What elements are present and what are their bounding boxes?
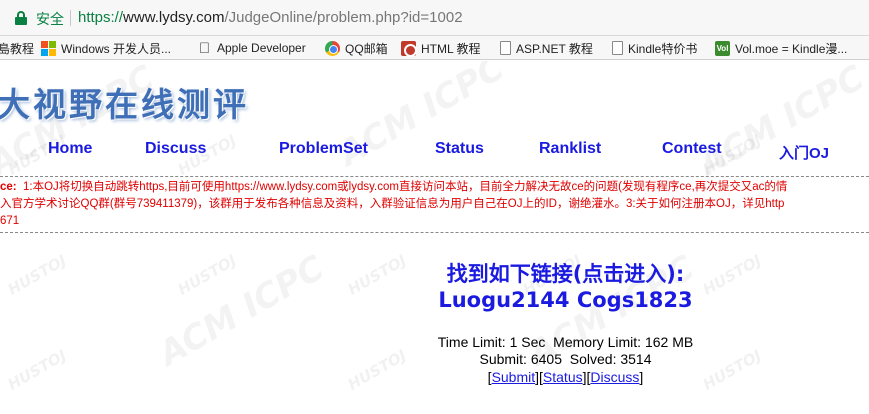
submit-count: Submit: 6405 [479, 351, 562, 367]
bookmark-label: Apple Developer [217, 41, 306, 55]
nav-ranklist[interactable]: Ranklist [539, 140, 601, 158]
apple-icon:  [197, 41, 212, 56]
page-content: ACM ICPC ACM ICPC ACM ICPC ACM ICPC ACM … [0, 61, 869, 414]
qq-mail-icon [325, 40, 340, 56]
notice-text: 1:本OJ将切换自动跳转https,目前可使用https://www.lydsy… [23, 181, 788, 193]
secure-label: 安全 [36, 11, 64, 27]
document-icon [500, 41, 511, 55]
address-separator [70, 10, 71, 26]
vol-icon: Vol [715, 40, 730, 56]
document-icon [612, 41, 623, 55]
notice-banner: ce: 1:本OJ将切换自动跳转https,目前可使用https://www.l… [0, 176, 869, 233]
notice-line-2: 入官方学术讨论QQ群(群号739411379)，该群用于发布各种信息及资料，入群… [0, 198, 785, 210]
nav-contest[interactable]: Contest [662, 140, 722, 158]
bookmark-label: Windows 开发人员... [61, 41, 172, 56]
bookmark-qq-mail[interactable]: QQ邮箱 [325, 39, 388, 57]
notice-line-3: 671 [0, 215, 20, 227]
bookmark-aspnet-tutorial[interactable]: ASP.NET 教程 [498, 39, 593, 57]
problem-actions: [Submit][Status][Discuss] [487, 369, 644, 385]
submit-link[interactable]: Submit [492, 369, 536, 385]
problem-limits: Time Limit: 1 Sec Memory Limit: 162 MB [0, 334, 869, 350]
lock-icon [15, 11, 27, 25]
nav-status[interactable]: Status [435, 140, 484, 158]
bookmark-label: Vol.moe = Kindle漫... [735, 41, 848, 56]
bookmark-label: QQ邮箱 [345, 41, 388, 56]
nav-beginner-oj[interactable]: 入门OJ [779, 142, 829, 163]
site-logo[interactable]: 大视野在线测评 [0, 78, 249, 126]
bookmark-label: Kindle特价书 [628, 41, 698, 56]
problem-title-line-1: 找到如下链接(点击进入): [446, 262, 685, 286]
status-link[interactable]: Status [543, 369, 583, 385]
bookmark-label: ASP.NET 教程 [516, 41, 593, 56]
bookmark-html-tutorial[interactable]: HTML 教程 [401, 39, 481, 57]
url-path: /JudgeOnline/problem.php?id=1002 [224, 9, 463, 26]
bookmark-label: 島教程 [0, 41, 35, 56]
windows-icon [41, 40, 56, 56]
address-bar[interactable]: 安全 https://www.lydsy.com/JudgeOnline/pro… [0, 0, 869, 36]
url-host: www.lydsy.com [123, 9, 225, 26]
watermark: ACM ICPC [692, 61, 869, 184]
notice-label: ce: [0, 181, 17, 193]
html-tutorial-icon [401, 40, 417, 57]
solved-count: Solved: 3514 [569, 351, 652, 367]
bookmark-windows-dev[interactable]: Windows 开发人员... [41, 39, 171, 57]
url-scheme: https:// [78, 9, 124, 26]
nav-discuss[interactable]: Discuss [145, 140, 206, 158]
bookmark-tutorial[interactable]: 島教程 [0, 39, 34, 57]
time-limit: Time Limit: 1 Sec [437, 334, 546, 350]
nav-problemset[interactable]: ProblemSet [279, 140, 368, 158]
bookmark-apple-developer[interactable]:  Apple Developer [197, 39, 306, 57]
memory-limit: Memory Limit: 162 MB [553, 334, 694, 350]
bookmarks-bar: 島教程 Windows 开发人员...  Apple Developer QQ… [0, 36, 869, 60]
bookmark-kindle-deals[interactable]: Kindle特价书 [610, 39, 697, 57]
problem-title-line-2: Luogu2144 Cogs1823 [438, 288, 693, 312]
bookmark-vol-moe[interactable]: Vol Vol.moe = Kindle漫... [715, 39, 847, 57]
bookmark-label: HTML 教程 [421, 41, 481, 56]
notice-line-1: ce: 1:本OJ将切换自动跳转https,目前可使用https://www.l… [0, 179, 787, 196]
discuss-link[interactable]: Discuss [590, 369, 639, 385]
nav-home[interactable]: Home [48, 140, 92, 158]
problem-stats: Submit: 6405 Solved: 3514 [0, 351, 869, 367]
url-text[interactable]: https://www.lydsy.com/JudgeOnline/proble… [78, 9, 463, 26]
